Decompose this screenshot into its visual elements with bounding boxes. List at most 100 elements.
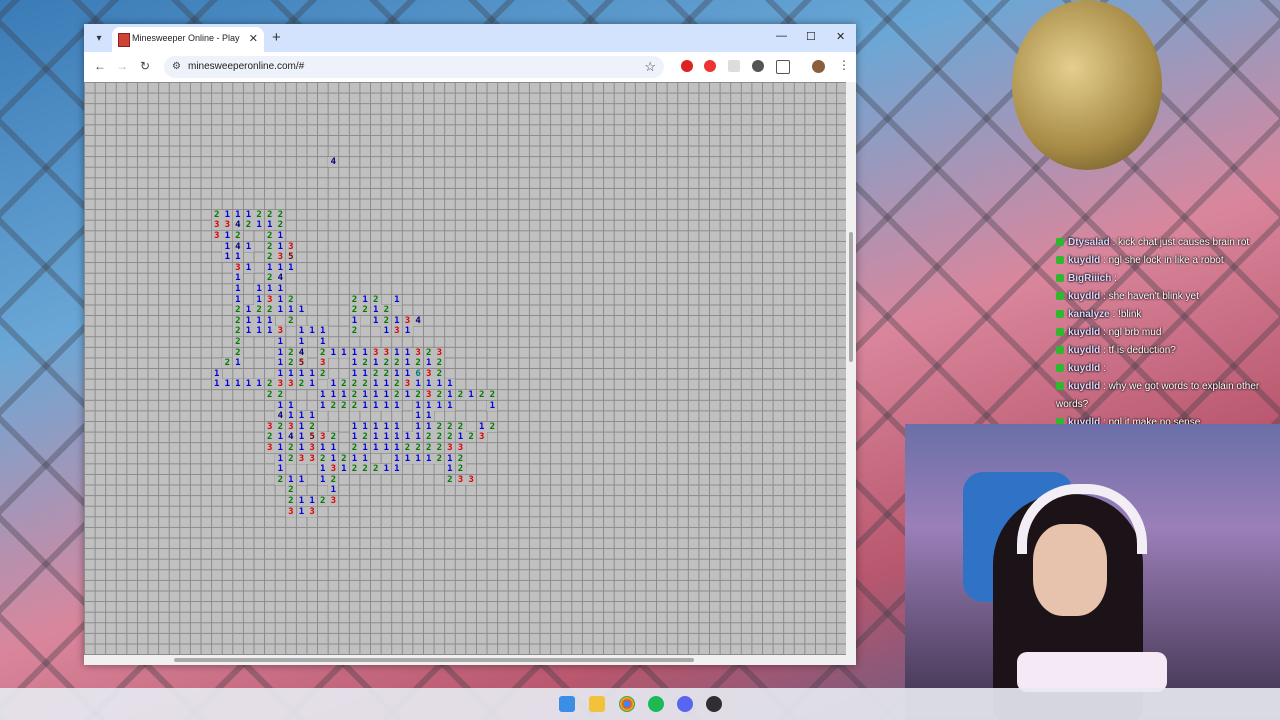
board-cell[interactable]: 1	[381, 421, 392, 432]
board-cell[interactable]: 1	[370, 379, 381, 390]
board-cell[interactable]: 2	[296, 379, 307, 390]
board-cell[interactable]: 2	[264, 209, 275, 220]
board-cell[interactable]: 2	[338, 453, 349, 464]
board-cell[interactable]: 3	[285, 379, 296, 390]
board-cell[interactable]: 2	[243, 220, 254, 231]
board-cell[interactable]: 1	[328, 442, 339, 453]
extension-icon[interactable]	[728, 60, 740, 72]
board-cell[interactable]: 2	[317, 495, 328, 506]
board-cell[interactable]: 2	[349, 305, 360, 316]
menu-dots-icon[interactable]: ⋮	[838, 58, 850, 72]
board-cell[interactable]: 3	[317, 358, 328, 369]
board-cell[interactable]: 1	[328, 485, 339, 496]
board-cell[interactable]: 2	[423, 347, 434, 358]
board-cell[interactable]: 1	[413, 421, 424, 432]
board-cell[interactable]: 2	[349, 294, 360, 305]
board-cell[interactable]: 2	[349, 442, 360, 453]
board-cell[interactable]: 1	[360, 421, 371, 432]
board-cell[interactable]: 2	[370, 368, 381, 379]
board-cell[interactable]: 1	[413, 432, 424, 443]
board-cell[interactable]: 3	[232, 262, 243, 273]
board-cell[interactable]: 1	[285, 305, 296, 316]
board-cell[interactable]: 2	[455, 389, 466, 400]
board-cell[interactable]: 2	[391, 358, 402, 369]
board-cell[interactable]: 1	[381, 379, 392, 390]
board-cell[interactable]: 2	[434, 453, 445, 464]
board-cell[interactable]: 1	[444, 400, 455, 411]
board-cell[interactable]: 2	[444, 421, 455, 432]
board-cell[interactable]: 3	[413, 347, 424, 358]
board-cell[interactable]: 2	[349, 464, 360, 475]
board-cell[interactable]: 1	[423, 421, 434, 432]
board-cell[interactable]: 2	[285, 294, 296, 305]
board-cell[interactable]: 1	[243, 241, 254, 252]
scroll-thumb[interactable]	[849, 232, 853, 362]
board-cell[interactable]: 1	[222, 241, 233, 252]
discord-icon[interactable]	[677, 696, 693, 712]
minimize-icon[interactable]: —	[776, 30, 787, 42]
board-cell[interactable]: 1	[296, 432, 307, 443]
board-cell[interactable]: 1	[254, 283, 265, 294]
board-cell[interactable]: 1	[423, 411, 434, 422]
board-cell[interactable]: 2	[222, 358, 233, 369]
windows-start-icon[interactable]	[559, 696, 575, 712]
board-cell[interactable]: 1	[349, 432, 360, 443]
adblock-icon[interactable]	[704, 60, 716, 72]
board-cell[interactable]: 3	[264, 294, 275, 305]
board-cell[interactable]: 1	[338, 464, 349, 475]
board-cell[interactable]: 2	[370, 294, 381, 305]
board-cell[interactable]: 3	[222, 220, 233, 231]
board-cell[interactable]: 2	[338, 400, 349, 411]
board-cell[interactable]: 2	[434, 432, 445, 443]
board-cell[interactable]: 3	[307, 442, 318, 453]
board-cell[interactable]: 2	[285, 442, 296, 453]
board-cell[interactable]: 1	[275, 368, 286, 379]
board-cell[interactable]: 2	[307, 421, 318, 432]
board-cell[interactable]: 2	[232, 347, 243, 358]
board-cell[interactable]: 2	[466, 432, 477, 443]
board-cell[interactable]: 2	[349, 326, 360, 337]
board-cell[interactable]: 1	[317, 442, 328, 453]
board-cell[interactable]: 1	[370, 315, 381, 326]
board-cell[interactable]: 1	[211, 368, 222, 379]
board-cell[interactable]: 1	[243, 326, 254, 337]
board-cell[interactable]: 2	[413, 442, 424, 453]
board-cell[interactable]: 1	[232, 358, 243, 369]
board-cell[interactable]: 3	[285, 241, 296, 252]
board-cell[interactable]: 4	[285, 432, 296, 443]
board-cell[interactable]: 1	[264, 220, 275, 231]
file-explorer-icon[interactable]	[589, 696, 605, 712]
board-cell[interactable]: 2	[360, 358, 371, 369]
board-cell[interactable]: 1	[232, 252, 243, 263]
board-cell[interactable]: 1	[391, 368, 402, 379]
close-tab-icon[interactable]: ✕	[249, 32, 258, 45]
chevron-down-icon[interactable]: ▾	[90, 30, 108, 48]
board-cell[interactable]: 3	[296, 453, 307, 464]
board-cell[interactable]: 1	[307, 495, 318, 506]
board-cell[interactable]: 2	[317, 453, 328, 464]
board-cell[interactable]: 1	[232, 209, 243, 220]
board-cell[interactable]: 2	[434, 358, 445, 369]
board-cell[interactable]: 1	[455, 432, 466, 443]
scroll-thumb[interactable]	[174, 658, 694, 662]
board-cell[interactable]: 1	[317, 464, 328, 475]
board-cell[interactable]: 1	[275, 283, 286, 294]
board-cell[interactable]: 1	[296, 368, 307, 379]
board-cell[interactable]: 1	[370, 400, 381, 411]
board-cell[interactable]: 1	[402, 453, 413, 464]
board-cell[interactable]: 1	[275, 358, 286, 369]
board-cell[interactable]: 1	[275, 294, 286, 305]
board-cell[interactable]: 1	[423, 400, 434, 411]
board-cell[interactable]: 1	[402, 389, 413, 400]
board-cell[interactable]: 2	[328, 400, 339, 411]
board-cell[interactable]: 1	[296, 495, 307, 506]
horizontal-scrollbar[interactable]	[84, 655, 856, 665]
board-cell[interactable]: 6	[413, 368, 424, 379]
board-cell[interactable]: 2	[423, 442, 434, 453]
board-cell[interactable]: 2	[328, 432, 339, 443]
board-cell[interactable]: 1	[413, 453, 424, 464]
board-cell[interactable]: 1	[317, 336, 328, 347]
board-cell[interactable]: 2	[381, 305, 392, 316]
board-cell[interactable]: 1	[360, 400, 371, 411]
board-cell[interactable]: 3	[275, 326, 286, 337]
